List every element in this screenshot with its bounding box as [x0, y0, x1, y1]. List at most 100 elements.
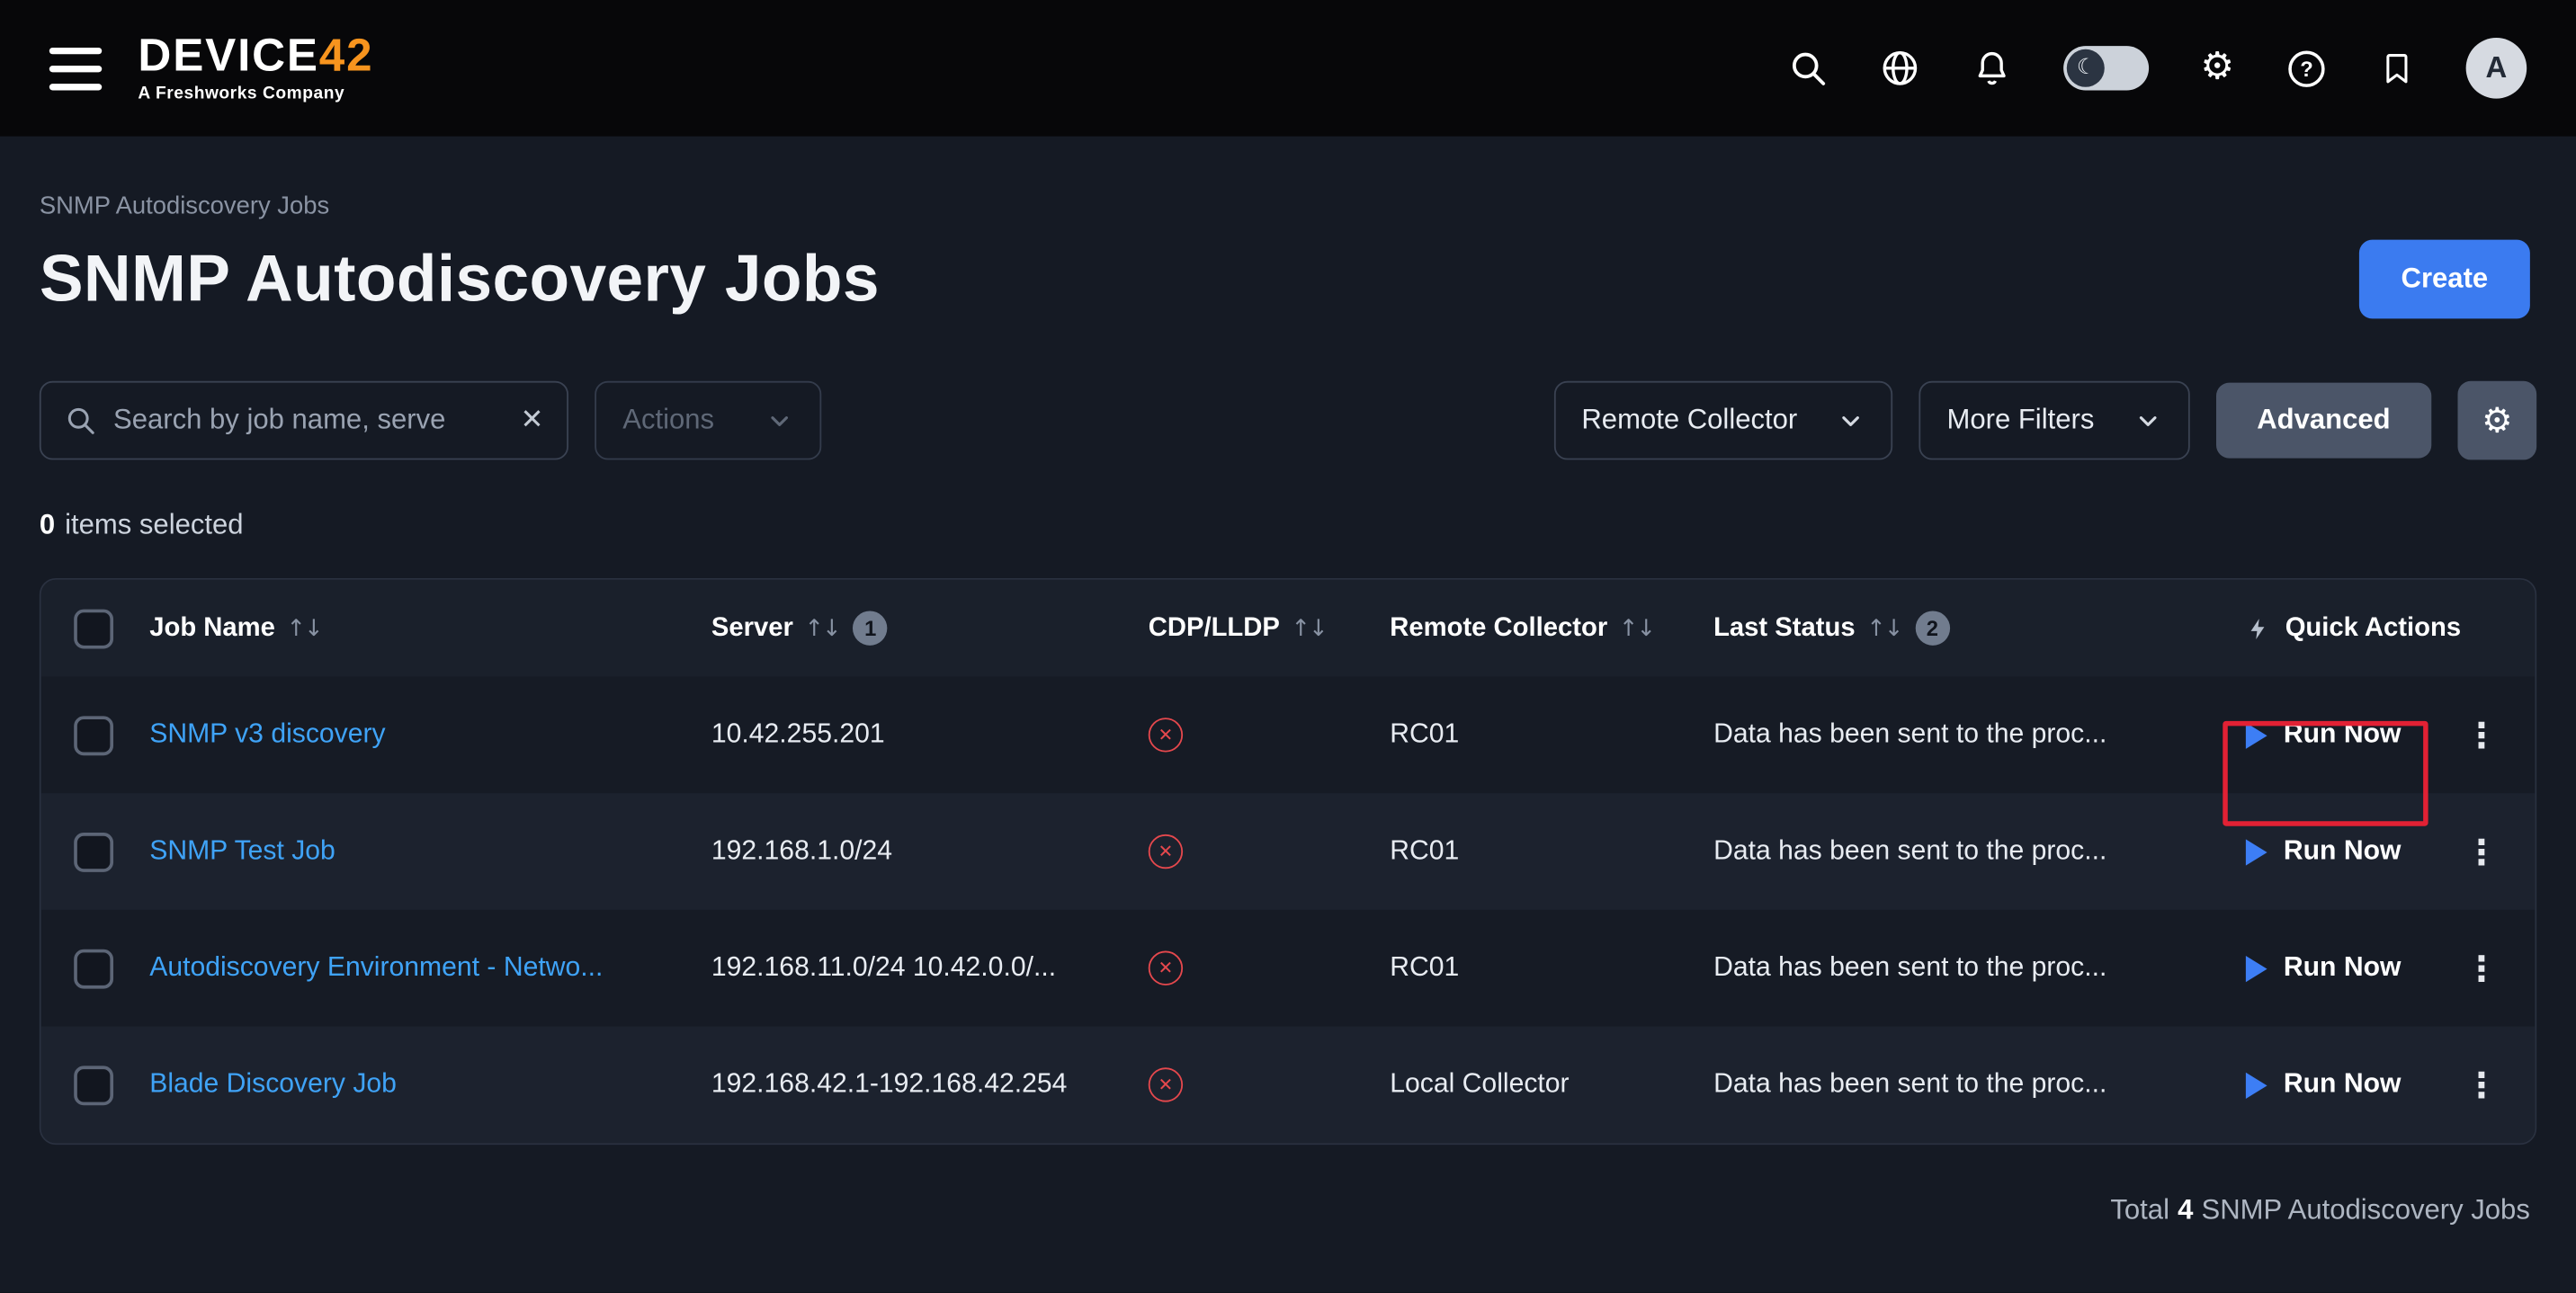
run-now-label: Run Now	[2284, 719, 2402, 751]
bookmark-icon[interactable]	[2379, 48, 2415, 89]
brand-accent: 42	[319, 30, 374, 81]
svg-text:?: ?	[2300, 58, 2312, 81]
actions-dropdown[interactable]: Actions	[595, 381, 821, 460]
search-input-icon	[64, 404, 97, 437]
page-title: SNMP Autodiscovery Jobs	[40, 242, 880, 316]
run-now-button[interactable]: Run Now	[2246, 1069, 2402, 1101]
select-all-checkbox[interactable]	[74, 609, 113, 648]
sort-priority-badge: 2	[1915, 611, 1949, 645]
sort-icon[interactable]: ↑↓	[1866, 615, 1901, 641]
table-row: Blade Discovery Job 192.168.42.1-192.168…	[41, 1027, 2536, 1144]
help-icon[interactable]: ?	[2285, 47, 2328, 89]
table-row: Autodiscovery Environment - Netwo... 192…	[41, 910, 2536, 1027]
column-header-remote-collector[interactable]: Remote Collector↑↓	[1390, 613, 1713, 643]
remote-collector-value: Local Collector	[1390, 1069, 1569, 1101]
column-header-last-status[interactable]: Last Status↑↓2	[1713, 611, 2214, 645]
last-status-value: Data has been sent to the proc...	[1713, 1069, 2106, 1101]
cdp-disabled-icon: ✕	[1149, 718, 1183, 752]
last-status-value: Data has been sent to the proc...	[1713, 719, 2106, 751]
row-checkbox[interactable]	[74, 832, 113, 871]
breadcrumb[interactable]: SNMP Autodiscovery Jobs	[40, 192, 2536, 220]
table-row: SNMP Test Job 192.168.1.0/24 ✕ RC01 Data…	[41, 793, 2536, 910]
more-filters-dropdown[interactable]: More Filters	[1919, 381, 2189, 460]
column-header-server[interactable]: Server↑↓1	[711, 611, 1149, 645]
run-now-button[interactable]: Run Now	[2246, 952, 2402, 984]
search-input[interactable]	[113, 404, 504, 437]
remote-collector-filter-dropdown[interactable]: Remote Collector	[1553, 381, 1892, 460]
chevron-down-icon	[2133, 406, 2161, 434]
run-now-button[interactable]: Run Now	[2246, 836, 2402, 868]
total-count: 4	[2178, 1194, 2193, 1226]
navbar-actions: ☾ ⚙ ? A	[1788, 38, 2527, 99]
job-name-link[interactable]: SNMP Test Job	[149, 836, 335, 868]
total-prefix: Total	[2110, 1194, 2169, 1226]
server-value: 10.42.255.201	[711, 719, 885, 751]
selection-label: items selected	[65, 509, 243, 540]
gear-icon: ⚙	[2482, 403, 2512, 437]
chevron-down-icon	[765, 406, 793, 434]
search-icon[interactable]	[1788, 48, 1829, 89]
search-box[interactable]: ✕	[40, 381, 568, 460]
run-now-label: Run Now	[2284, 1069, 2402, 1101]
play-icon	[2246, 1072, 2267, 1098]
column-header-job-name[interactable]: Job Name↑↓	[149, 613, 711, 643]
dark-mode-toggle[interactable]: ☾	[2064, 46, 2150, 90]
brand-logo[interactable]: DEVICE42 A Freshworks Company	[138, 31, 373, 104]
remote-collector-value: RC01	[1390, 719, 1459, 751]
advanced-button[interactable]: Advanced	[2216, 383, 2432, 459]
brand-name: DEVICE42	[138, 30, 373, 81]
chevron-down-icon	[1837, 406, 1865, 434]
kebab-menu-icon[interactable]: ⋮	[2464, 832, 2499, 871]
table-settings-gear-button[interactable]: ⚙	[2457, 381, 2536, 460]
sort-icon[interactable]: ↑↓	[805, 615, 840, 641]
row-checkbox[interactable]	[74, 1066, 113, 1105]
globe-icon[interactable]	[1880, 48, 1921, 89]
server-value: 192.168.11.0/24 10.42.0.0/...	[711, 952, 1056, 984]
notifications-bell-icon[interactable]	[1972, 48, 2014, 89]
table-total-summary: Total 4 SNMP Autodiscovery Jobs	[40, 1194, 2536, 1227]
jobs-table: Job Name↑↓ Server↑↓1 CDP/LLDP↑↓ Remote C…	[40, 578, 2536, 1145]
clear-search-icon[interactable]: ✕	[521, 404, 544, 437]
job-name-link[interactable]: SNMP v3 discovery	[149, 719, 385, 751]
table-header-row: Job Name↑↓ Server↑↓1 CDP/LLDP↑↓ Remote C…	[41, 580, 2536, 677]
remote-collector-value: RC01	[1390, 952, 1459, 984]
kebab-menu-icon[interactable]: ⋮	[2464, 715, 2499, 754]
table-row: SNMP v3 discovery 10.42.255.201 ✕ RC01 D…	[41, 677, 2536, 794]
job-name-link[interactable]: Autodiscovery Environment - Netwo...	[149, 952, 603, 984]
cdp-disabled-icon: ✕	[1149, 834, 1183, 869]
cdp-disabled-icon: ✕	[1149, 1067, 1183, 1101]
cdp-disabled-icon: ✕	[1149, 951, 1183, 985]
play-icon	[2246, 838, 2267, 864]
remote-collector-filter-label: Remote Collector	[1581, 404, 1797, 437]
row-checkbox[interactable]	[74, 715, 113, 754]
job-name-link[interactable]: Blade Discovery Job	[149, 1069, 397, 1101]
run-now-button[interactable]: Run Now	[2246, 719, 2402, 751]
top-navbar: DEVICE42 A Freshworks Company ☾ ⚙ ?	[0, 0, 2576, 137]
moon-icon: ☾	[2067, 49, 2105, 87]
kebab-menu-icon[interactable]: ⋮	[2464, 949, 2499, 988]
row-checkbox[interactable]	[74, 949, 113, 988]
last-status-value: Data has been sent to the proc...	[1713, 836, 2106, 868]
play-icon	[2246, 955, 2267, 981]
selection-count: 0	[40, 509, 55, 540]
user-avatar[interactable]: A	[2466, 38, 2527, 99]
sort-icon[interactable]: ↑↓	[1619, 615, 1654, 641]
sort-icon[interactable]: ↑↓	[1292, 615, 1327, 641]
play-icon	[2246, 722, 2267, 748]
total-suffix: SNMP Autodiscovery Jobs	[2202, 1194, 2530, 1226]
run-now-label: Run Now	[2284, 952, 2402, 984]
column-header-cdp-lldp[interactable]: CDP/LLDP↑↓	[1149, 613, 1391, 643]
kebab-menu-icon[interactable]: ⋮	[2464, 1066, 2499, 1105]
brand-tagline: A Freshworks Company	[138, 85, 373, 104]
lightning-icon	[2246, 613, 2270, 643]
remote-collector-value: RC01	[1390, 836, 1459, 868]
hamburger-menu-icon[interactable]	[49, 47, 102, 89]
settings-gear-icon[interactable]: ⚙	[2200, 49, 2234, 87]
sort-icon[interactable]: ↑↓	[287, 615, 322, 641]
selection-status: 0 items selected	[40, 509, 2536, 542]
server-value: 192.168.42.1-192.168.42.254	[711, 1069, 1068, 1101]
server-value: 192.168.1.0/24	[711, 836, 892, 868]
actions-dropdown-label: Actions	[622, 404, 714, 437]
filter-bar: ✕ Actions Remote Collector More Filters	[40, 381, 2536, 460]
create-button[interactable]: Create	[2359, 240, 2530, 319]
